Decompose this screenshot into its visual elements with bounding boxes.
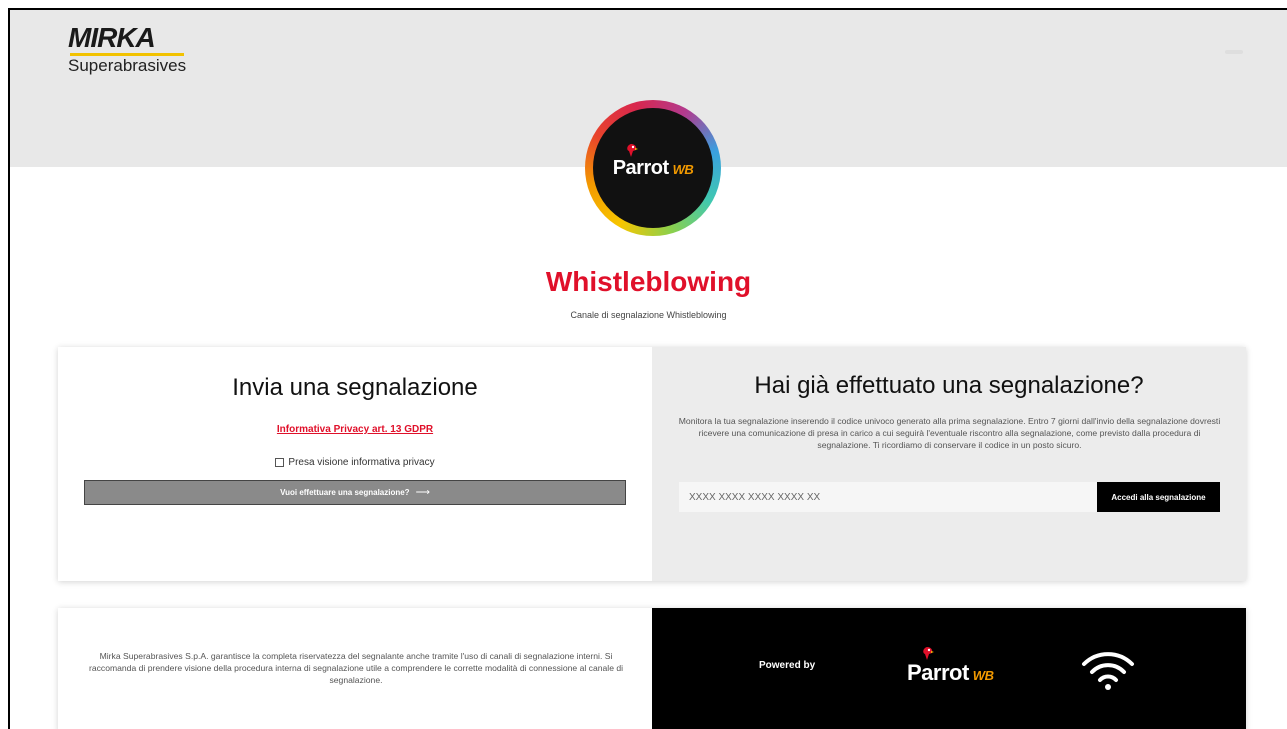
track-report-heading: Hai già effettuato una segnalazione? [754, 372, 1144, 399]
footer: Mirka Superabrasives S.p.A. garantisce l… [58, 608, 1246, 729]
parrot-wb-mark: WB [672, 161, 694, 177]
parrot-badge: Parrot WB [585, 100, 721, 236]
parrot-badge-inner: Parrot WB [593, 108, 713, 228]
parrot-word: Parrot [612, 156, 669, 179]
powered-by-label: Powered by [759, 660, 816, 671]
send-report-heading: Invia una segnalazione [232, 374, 478, 401]
parrot-bird-icon [923, 647, 934, 660]
page-subtitle: Canale di segnalazione Whistleblowing [570, 310, 727, 320]
wifi-icon [1082, 652, 1134, 690]
start-report-button[interactable]: Vuoi effettuare una segnalazione? ⟶ [84, 480, 626, 505]
privacy-consent-checkbox[interactable] [275, 458, 285, 467]
privacy-policy-link[interactable]: Informativa Privacy art. 13 GDPR [58, 424, 652, 435]
logo-subtitle: Superabrasives [68, 56, 187, 75]
access-report-button[interactable]: Accedi alla segnalazione [1097, 482, 1220, 512]
privacy-consent-label: Presa visione informativa privacy [288, 457, 435, 468]
report-cards: Invia una segnalazione Informativa Priva… [58, 347, 1246, 581]
parrot-footer-wb: WB [972, 668, 994, 683]
track-report-card: Hai già effettuato una segnalazione? Mon… [652, 347, 1246, 581]
mirka-logo[interactable]: MIRKA Superabrasives [68, 24, 186, 76]
parrot-bird-icon [626, 143, 638, 157]
code-form: Accedi alla segnalazione [679, 482, 1220, 512]
menu-icon[interactable] [1225, 50, 1243, 54]
footer-info: Mirka Superabrasives S.p.A. garantisce l… [58, 608, 652, 729]
send-report-card: Invia una segnalazione Informativa Priva… [58, 347, 652, 581]
report-code-input[interactable] [679, 482, 1097, 512]
footer-powered-by: Powered by Parrot WB [652, 608, 1246, 729]
parrot-footer-text: Parrot WB [907, 647, 994, 686]
footer-disclaimer: Mirka Superabrasives S.p.A. garantisce l… [88, 651, 624, 685]
arrow-right-icon: ⟶ [415, 487, 430, 498]
parrot-footer-word: Parrot [907, 660, 969, 685]
logo-mark: MIRKA [68, 22, 156, 53]
track-report-description: Monitora la tua segnalazione inserendo i… [678, 416, 1221, 450]
page-title: Whistleblowing [545, 266, 752, 297]
parrot-logo-text: Parrot WB [612, 143, 694, 180]
start-report-label: Vuoi effettuare una segnalazione? [280, 488, 410, 497]
parrot-footer-logo[interactable]: Parrot WB [907, 647, 994, 686]
privacy-consent[interactable]: Presa visione informativa privacy [58, 457, 652, 468]
page-frame: MIRKA Superabrasives Parrot WB Whistleblo… [8, 8, 1287, 729]
